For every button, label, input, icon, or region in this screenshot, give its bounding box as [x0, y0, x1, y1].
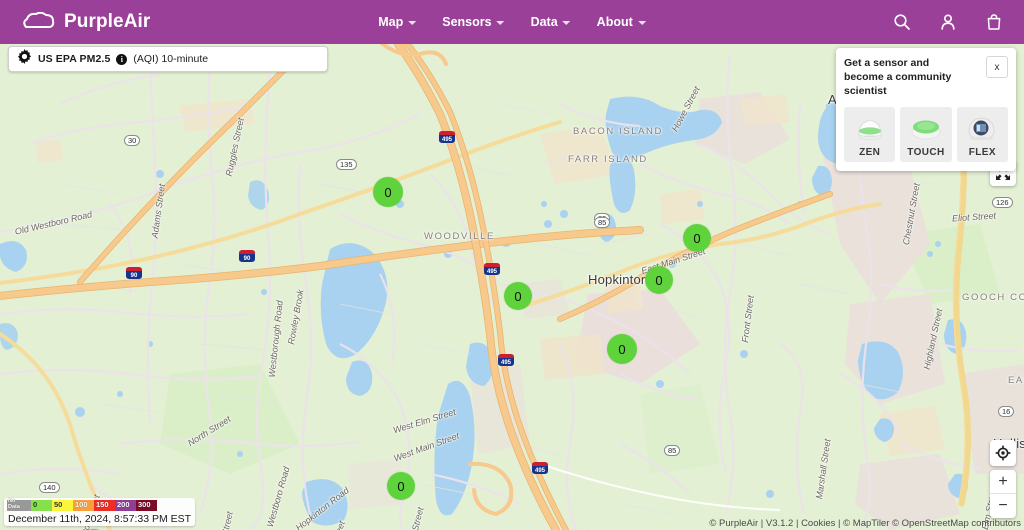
account-icon[interactable]: [938, 12, 958, 32]
interstate-shield: 495: [438, 130, 456, 144]
legend-timestamp: December 11th, 2024, 8:57:33 PM EST: [8, 513, 192, 525]
legend-swatch-150: 150: [94, 500, 115, 511]
promo-card-zen[interactable]: ZEN: [844, 106, 896, 162]
info-icon[interactable]: i: [116, 53, 128, 65]
chevron-down-icon: [496, 21, 505, 25]
nav-item-map[interactable]: Map: [378, 15, 417, 29]
legend-swatch-100: 100: [73, 500, 94, 511]
brand-name: PurpleAir: [64, 11, 151, 32]
chevron-down-icon: [562, 21, 571, 25]
legend-swatch-label: 0: [33, 500, 38, 509]
promo-card-label: TOUCH: [907, 146, 945, 158]
svg-text:90: 90: [244, 256, 251, 262]
legend-swatch-300: 300: [136, 500, 157, 511]
nav-item-about[interactable]: About: [597, 15, 646, 29]
svg-text:495: 495: [487, 269, 498, 275]
interstate-shield: 495: [531, 461, 549, 475]
chevron-down-icon: [408, 21, 417, 25]
legend-swatch-0: 0: [31, 500, 52, 511]
legend-swatch-label: 200: [117, 500, 130, 509]
interstate-shield: 495: [497, 353, 515, 367]
legend-swatch-no-data: No Data: [7, 498, 31, 511]
svg-text:495: 495: [442, 137, 453, 143]
legend-swatch-label: 50: [54, 500, 63, 509]
promo-card-touch[interactable]: TOUCH: [900, 106, 952, 162]
nav-item-label: Sensors: [442, 15, 492, 29]
gear-icon: [17, 49, 32, 69]
shopping-bag-icon[interactable]: [984, 12, 1004, 32]
zen-sensor-icon: [847, 113, 893, 143]
zoom-controls: + −: [990, 470, 1016, 518]
sensor-promo-panel: Get a sensor and become a community scie…: [836, 48, 1016, 171]
legend-swatch-label: 100: [75, 500, 88, 509]
interstate-shield: 90: [125, 266, 143, 280]
legend-swatch-label: 300: [138, 500, 151, 509]
nav-item-data[interactable]: Data: [531, 15, 571, 29]
nav-item-label: Map: [378, 15, 404, 29]
touch-sensor-icon: [903, 113, 949, 143]
promo-title: Get a sensor and become a community scie…: [844, 57, 952, 98]
brand-logo[interactable]: PurpleAir: [22, 11, 150, 33]
cloud-icon: [22, 12, 56, 32]
aqi-period-label: (AQI) 10-minute: [133, 53, 209, 65]
aqi-layer-selector[interactable]: US EPA PM2.5 i (AQI) 10-minute: [8, 46, 328, 72]
legend-swatch-50: 50: [52, 500, 73, 511]
interstate-shield: 90: [238, 249, 256, 263]
route-shield: 30: [124, 135, 141, 146]
promo-product-cards: ZEN TOUCH FLEX: [844, 106, 1008, 162]
legend-swatch-label: 150: [96, 500, 109, 509]
sensor-marker[interactable]: 0: [683, 224, 711, 252]
aqi-metric-label: US EPA PM2.5: [38, 53, 111, 65]
zoom-out-button[interactable]: −: [990, 494, 1016, 518]
svg-text:90: 90: [131, 273, 138, 279]
sensor-marker[interactable]: 0: [504, 282, 532, 310]
route-shield: 140: [39, 482, 60, 493]
sensor-marker[interactable]: 0: [387, 472, 415, 500]
nav-item-sensors[interactable]: Sensors: [442, 15, 505, 29]
aqi-legend: No Data 0 50 100 150 200 300 December 11th, 20…: [4, 498, 196, 526]
sensor-marker[interactable]: 0: [373, 177, 403, 207]
geolocate-icon[interactable]: [990, 440, 1016, 466]
route-shield: 85: [594, 217, 611, 228]
chevron-down-icon: [637, 21, 646, 25]
promo-card-label: ZEN: [859, 146, 881, 158]
search-icon[interactable]: [892, 12, 912, 32]
route-shield: 126: [992, 197, 1013, 208]
promo-card-label: FLEX: [968, 146, 996, 158]
close-icon[interactable]: x: [986, 56, 1008, 78]
svg-text:495: 495: [501, 360, 512, 366]
route-shield: 16: [998, 406, 1015, 417]
svg-text:495: 495: [535, 468, 546, 474]
aqi-color-scale: No Data 0 50 100 150 200 300: [7, 498, 157, 511]
main-navigation: Map Sensors Data About: [378, 15, 646, 29]
header-icon-group: [892, 12, 1004, 32]
purpleair-map-app: HopkintonHollisAsWOODVILLEBACON ISLANDFA…: [0, 0, 1024, 530]
route-shield: 85: [664, 445, 681, 456]
zoom-in-button[interactable]: +: [990, 470, 1016, 494]
legend-swatch-200: 200: [115, 500, 136, 511]
map-attribution[interactable]: © PurpleAir | V3.1.2 | Cookies | © MapTi…: [709, 518, 1021, 529]
legend-swatch-label: No Data: [8, 498, 20, 510]
site-header: PurpleAir Map Sensors Data About: [0, 0, 1024, 44]
sensor-marker[interactable]: 0: [607, 334, 637, 364]
nav-item-label: Data: [530, 15, 558, 29]
route-shield: 135: [336, 159, 357, 170]
promo-card-flex[interactable]: FLEX: [956, 106, 1008, 162]
interstate-shield: 495: [483, 262, 501, 276]
sensor-marker[interactable]: 0: [645, 266, 673, 294]
flex-sensor-icon: [959, 113, 1005, 143]
nav-item-label: About: [596, 15, 633, 29]
